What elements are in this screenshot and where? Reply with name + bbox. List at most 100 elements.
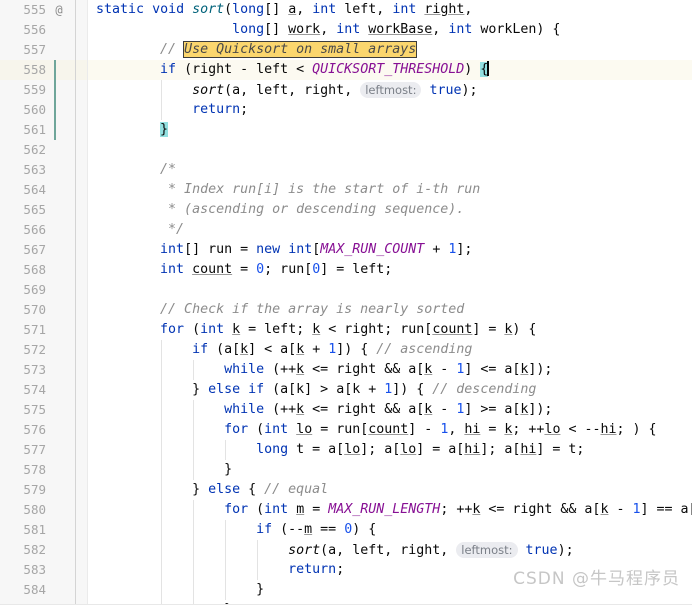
editor-row[interactable]: 581 if (--m == 0) {	[0, 520, 692, 577]
editor-row[interactable]: 579 } else { // equal	[0, 480, 692, 536]
fold-close-icon[interactable]	[69, 384, 82, 436]
code-text[interactable]	[96, 280, 104, 300]
gutter[interactable]: 578	[0, 460, 88, 516]
editor-row[interactable]: 561 }	[0, 120, 692, 176]
editor-row[interactable]: 578 }	[0, 460, 692, 516]
code-text[interactable]: } else { // equal	[96, 480, 328, 500]
code-text[interactable]: for (int m = MAX_RUN_LENGTH; ++k <= righ…	[96, 500, 692, 520]
code-text[interactable]: long t = a[lo]; a[lo] = a[hi]; a[hi] = t…	[96, 440, 584, 460]
fold-close-icon[interactable]	[69, 224, 82, 276]
editor-row[interactable]: 576 for (int lo = run[count] - 1, hi = k…	[0, 420, 692, 477]
fold-open-icon[interactable]	[69, 324, 82, 377]
gutter[interactable]: 564	[0, 180, 88, 200]
code-text[interactable]: sort(a, left, right, leftmost: true);	[96, 80, 478, 100]
editor-row[interactable]: 580 for (int m = MAX_RUN_LENGTH; ++k <= …	[0, 500, 692, 557]
gutter[interactable]: 571	[0, 320, 88, 377]
editor-row[interactable]: 563 /*	[0, 160, 692, 217]
fold-close-icon[interactable]	[69, 484, 82, 536]
fold-open-icon[interactable]	[69, 344, 82, 397]
code-text[interactable]: // Check if the array is nearly sorted	[96, 300, 464, 320]
gutter[interactable]: 561	[0, 120, 88, 176]
code-text[interactable]	[96, 140, 104, 160]
gutter[interactable]: 555 @	[0, 0, 88, 20]
editor-row[interactable]: 575 while (++k <= right && a[k - 1] >= a…	[0, 400, 692, 420]
editor-row[interactable]: 569	[0, 280, 692, 300]
fold-close-icon[interactable]	[69, 124, 82, 176]
editor-row-current[interactable]: 558 if (right - left < QUICKSORT_THRESHO…	[0, 60, 692, 117]
change-bar[interactable]	[54, 60, 56, 80]
editor-row[interactable]: 571 for (int k = left; k < right; run[co…	[0, 320, 692, 377]
code-text[interactable]: /*	[96, 160, 176, 180]
code-text[interactable]: * Index run[i] is the start of i-th run	[96, 180, 480, 200]
editor-row[interactable]: 559 sort(a, left, right, leftmost: true)…	[0, 80, 692, 100]
editor-row[interactable]: 584 }	[0, 580, 692, 600]
highlighted-comment[interactable]: Use Quicksort on small arrays	[183, 41, 418, 58]
code-text[interactable]: return;	[96, 100, 248, 120]
fold-close-icon[interactable]	[69, 584, 82, 597]
code-text[interactable]: int count = 0; run[0] = left;	[96, 260, 392, 280]
editor-row[interactable]: 583 return;	[0, 560, 692, 580]
change-bar[interactable]	[54, 80, 56, 100]
code-text[interactable]: }	[96, 120, 169, 140]
gutter[interactable]: 574	[0, 380, 88, 436]
editor-row[interactable]: 570 // Check if the array is nearly sort…	[0, 300, 692, 320]
code-text[interactable]: }	[96, 460, 232, 480]
code-text[interactable]: static void sort(long[] a, int left, int…	[96, 0, 472, 20]
code-text[interactable]: for (int k = left; k < right; run[count]…	[96, 320, 536, 340]
gutter[interactable]: 579	[0, 480, 88, 536]
editor-row[interactable]: 566 */	[0, 220, 692, 276]
fold-open-icon[interactable]	[69, 504, 82, 557]
code-text[interactable]: return;	[96, 560, 344, 580]
gutter[interactable]: 572	[0, 340, 88, 397]
editor-row[interactable]: 565 * (ascending or descending sequence)…	[0, 200, 692, 220]
editor-row[interactable]: 567 int[] run = new int[MAX_RUN_COUNT + …	[0, 240, 692, 260]
editor-row[interactable]: 560 return;	[0, 100, 692, 120]
editor-row[interactable]: 582 sort(a, left, right, leftmost: true)…	[0, 540, 692, 560]
gutter[interactable]: 573	[0, 360, 88, 380]
gutter[interactable]: 565	[0, 200, 88, 220]
gutter[interactable]: 558	[0, 60, 88, 117]
gutter[interactable]: 575	[0, 400, 88, 420]
gutter[interactable]: 577	[0, 440, 88, 460]
code-text[interactable]: if (right - left < QUICKSORT_THRESHOLD) …	[96, 60, 490, 80]
gutter[interactable]: 568	[0, 260, 88, 280]
gutter[interactable]: 569	[0, 280, 88, 300]
gutter[interactable]: 582	[0, 540, 88, 560]
gutter[interactable]: 563	[0, 160, 88, 217]
gutter[interactable]: 557	[0, 40, 88, 60]
annotation-marker-icon[interactable]: @	[52, 0, 66, 20]
gutter[interactable]: 562	[0, 140, 88, 160]
gutter[interactable]: 580	[0, 500, 88, 557]
code-text[interactable]: if (a[k] < a[k + 1]) { // ascending	[96, 340, 472, 360]
fold-close-icon[interactable]	[69, 464, 82, 516]
gutter[interactable]: 566	[0, 220, 88, 276]
fold-open-icon[interactable]	[69, 424, 82, 477]
code-text[interactable]: // Use Quicksort on small arrays	[96, 40, 418, 60]
editor-row[interactable]: 572 if (a[k] < a[k + 1]) { // ascending	[0, 340, 692, 397]
editor-row[interactable]: 562	[0, 140, 692, 160]
code-text[interactable]: sort(a, left, right, leftmost: true);	[96, 540, 574, 560]
gutter[interactable]: 560	[0, 100, 88, 120]
code-text[interactable]: * (ascending or descending sequence).	[96, 200, 464, 220]
gutter[interactable]: 581	[0, 520, 88, 577]
code-text[interactable]: while (++k <= right && a[k - 1] <= a[k])…	[96, 360, 552, 380]
gutter[interactable]: 556	[0, 20, 88, 77]
editor-row[interactable]: 568 int count = 0; run[0] = left;	[0, 260, 692, 280]
editor-row[interactable]: 556 long[] work, int workBase, int workL…	[0, 20, 692, 77]
code-text[interactable]: */	[96, 220, 184, 240]
code-text[interactable]: for (int lo = run[count] - 1, hi = k; ++…	[96, 420, 656, 440]
gutter[interactable]: 576	[0, 420, 88, 477]
editor-row[interactable]: 564 * Index run[i] is the start of i-th …	[0, 180, 692, 200]
code-text[interactable]: } else if (a[k] > a[k + 1]) { // descend…	[96, 380, 536, 400]
editor-row[interactable]: 574 } else if (a[k] > a[k + 1]) { // des…	[0, 380, 692, 436]
gutter[interactable]: 583	[0, 560, 88, 580]
code-text[interactable]: if (--m == 0) {	[96, 520, 376, 540]
change-bar[interactable]	[54, 120, 56, 140]
fold-open-icon[interactable]	[69, 524, 82, 577]
code-text[interactable]: while (++k <= right && a[k - 1] >= a[k])…	[96, 400, 552, 420]
fold-open-icon[interactable]	[69, 164, 82, 217]
editor-row[interactable]: 557 // Use Quicksort on small arrays	[0, 40, 692, 60]
gutter[interactable]: 584	[0, 580, 88, 600]
editor-row[interactable]: 577 long t = a[lo]; a[lo] = a[hi]; a[hi]…	[0, 440, 692, 460]
code-text[interactable]: }	[96, 580, 264, 600]
